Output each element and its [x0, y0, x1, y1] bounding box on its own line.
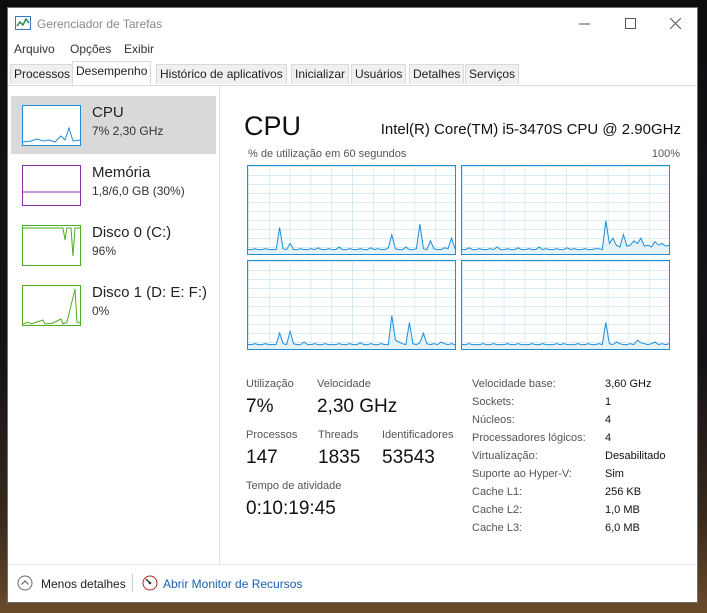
graph-caption: % de utilização em 60 segundos [248, 148, 407, 160]
performance-pane: CPU 7% 2,30 GHz Memória 1,8/6,0 GB (30%)… [8, 85, 697, 564]
page-title: CPU [244, 111, 302, 141]
menu-arquivo[interactable]: Arquivo [14, 42, 55, 56]
sidebar-item-cpu[interactable]: CPU 7% 2,30 GHz [11, 96, 216, 154]
resource-monitor-icon[interactable] [142, 575, 158, 591]
menu-exibir[interactable]: Exibir [124, 42, 154, 56]
identificadores-value: 53543 [382, 447, 435, 468]
spec-value: 3,60 GHz [605, 378, 652, 390]
memory-thumbnail-graph [22, 165, 81, 206]
core-graph-2-line [462, 220, 669, 254]
spec-label: Velocidade base: [472, 378, 556, 390]
title-bar[interactable]: Gerenciador de Tarefas [8, 8, 697, 40]
utilizacao-label: Utilização [246, 378, 294, 390]
identificadores-label: Identificadores [382, 429, 454, 441]
core-graph-1-line [248, 224, 455, 254]
tab-strip: Processos Desempenho Histórico de aplica… [8, 61, 697, 86]
maximize-button[interactable] [607, 8, 653, 38]
core-graph-3 [247, 260, 456, 350]
threads-value: 1835 [318, 447, 361, 468]
spec-value: Sim [605, 468, 624, 480]
sidebar-item-memoria-name: Memória [92, 164, 151, 181]
sidebar-item-disco-1-name: Disco 1 (D: E: F:) [92, 284, 208, 301]
footer-divider [132, 574, 133, 592]
spec-value: 6,0 MB [605, 522, 640, 534]
chevron-up-circle-icon[interactable] [17, 575, 33, 591]
task-manager-window: Gerenciador de Tarefas Arquivo Opções Ex… [7, 7, 698, 603]
tab-inicializar[interactable]: Inicializar [291, 64, 350, 84]
tempo-atividade-label: Tempo de atividade [246, 480, 342, 492]
processos-value: 147 [246, 447, 278, 468]
task-manager-icon [15, 16, 31, 30]
core-graph-4-line [462, 322, 669, 349]
close-button[interactable] [652, 8, 698, 38]
utilizacao-value: 7% [246, 396, 274, 417]
processos-label: Processos [246, 429, 298, 441]
tab-usuarios[interactable]: Usuários [351, 64, 407, 84]
sidebar-item-cpu-value: 7% 2,30 GHz [92, 124, 164, 138]
disk0-thumbnail-graph [22, 225, 81, 266]
tab-desempenho[interactable]: Desempenho [72, 61, 152, 85]
disk1-thumbnail-graph [22, 285, 81, 326]
cpu-model-name: Intel(R) Core(TM) i5-3470S CPU @ 2.90GHz [380, 121, 681, 138]
window-title: Gerenciador de Tarefas [37, 17, 163, 31]
tab-detalhes[interactable]: Detalhes [409, 64, 465, 84]
core-graph-area [462, 322, 669, 349]
resource-monitor-link[interactable]: Abrir Monitor de Recursos [163, 577, 302, 591]
spec-label: Virtualização: [472, 450, 538, 462]
tempo-atividade-value: 0:10:19:45 [246, 498, 336, 519]
less-details-link[interactable]: Menos detalhes [41, 577, 126, 591]
core-graph-3-line [248, 315, 455, 349]
spec-value: 1 [605, 396, 612, 408]
menu-bar: Arquivo Opções Exibir [8, 40, 697, 60]
sidebar-item-disco-0[interactable]: Disco 0 (C:) 96% [11, 216, 216, 274]
velocidade-label: Velocidade [317, 378, 371, 390]
spec-label: Cache L3: [472, 522, 523, 534]
spec-label: Sockets: [472, 396, 515, 408]
core-graph-2 [461, 165, 670, 255]
spec-value: 1,0 MB [605, 504, 640, 516]
close-icon [669, 17, 681, 29]
spec-value: 4 [605, 414, 612, 426]
minimize-button[interactable] [561, 8, 607, 38]
sidebar-item-cpu-name: CPU [92, 104, 124, 121]
resource-sidebar: CPU 7% 2,30 GHz Memória 1,8/6,0 GB (30%)… [8, 85, 220, 564]
spec-label: Núcleos: [472, 414, 515, 426]
sidebar-item-memoria[interactable]: Memória 1,8/6,0 GB (30%) [11, 156, 216, 214]
threads-label: Threads [318, 429, 359, 441]
spec-value: Desabilitado [605, 450, 666, 462]
core-graph-4 [461, 260, 670, 350]
sidebar-item-disco-1-value: 0% [92, 304, 110, 318]
sidebar-item-disco-0-name: Disco 0 (C:) [92, 224, 172, 241]
sidebar-item-disco-0-value: 96% [92, 244, 117, 258]
spec-label: Suporte ao Hyper-V: [472, 468, 572, 480]
core-graph-1 [247, 165, 456, 255]
sidebar-item-memoria-value: 1,8/6,0 GB (30%) [92, 184, 185, 198]
spec-label: Cache L2: [472, 504, 523, 516]
graph-max-label: 100% [651, 148, 680, 160]
velocidade-value: 2,30 GHz [317, 396, 398, 417]
menu-opcoes[interactable]: Opções [70, 42, 111, 56]
cpu-thumbnail-graph [22, 105, 81, 146]
spec-label: Processadores lógicos: [472, 432, 586, 444]
tab-processos[interactable]: Processos [10, 64, 75, 84]
spec-value: 256 KB [605, 486, 642, 498]
maximize-icon [624, 17, 636, 29]
cpu-detail-panel: CPU Intel(R) Core(TM) i5-3470S CPU @ 2.9… [220, 85, 697, 564]
footer-bar: Menos detalhes Abrir Monitor de Recursos [8, 564, 697, 603]
spec-value: 4 [605, 432, 612, 444]
minimize-icon [578, 23, 590, 24]
tab-servicos[interactable]: Serviços [465, 64, 520, 84]
tab-historico[interactable]: Histórico de aplicativos [156, 64, 287, 84]
sidebar-item-disco-1[interactable]: Disco 1 (D: E: F:) 0% [11, 276, 216, 334]
spec-label: Cache L1: [472, 486, 523, 498]
